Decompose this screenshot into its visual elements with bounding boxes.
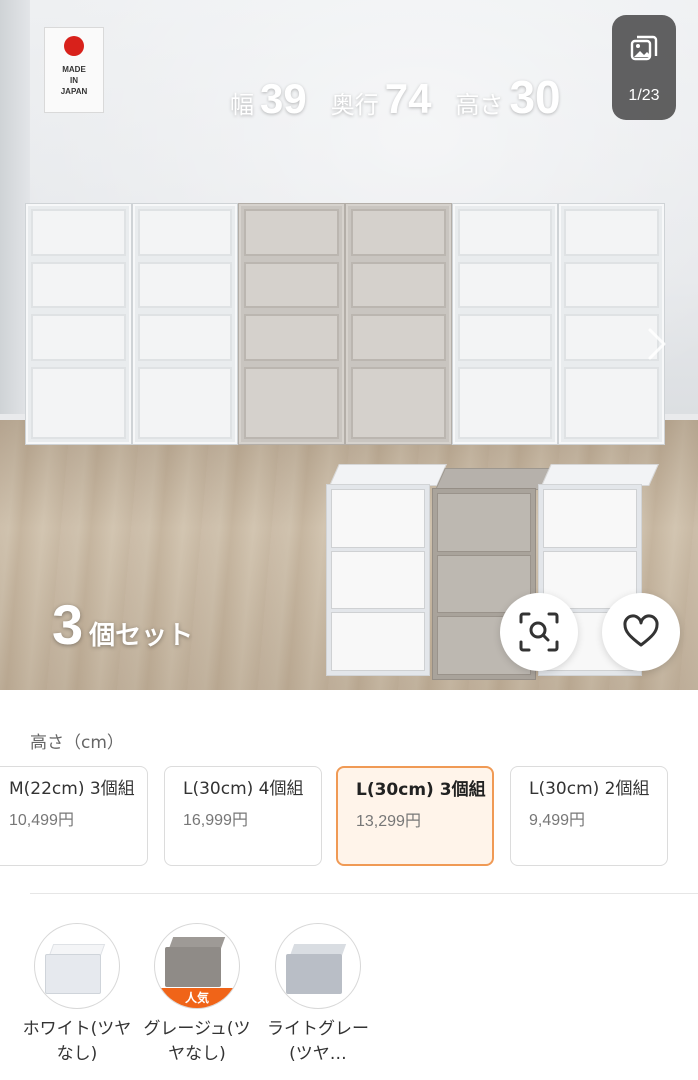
variant-price: 13,299円	[356, 813, 421, 830]
color-swatch	[34, 923, 120, 1009]
favorite-button[interactable]	[602, 593, 680, 671]
variant-option-l30-2set[interactable]: L(30cm) 2個組 9,499円	[510, 766, 668, 866]
drawer-unit-white	[132, 204, 238, 444]
color-option-light-grey[interactable]: ライトグレー(ツヤ…	[258, 920, 378, 1067]
variant-option-l30-4set[interactable]: L(30cm) 4個組 16,999円	[164, 766, 322, 866]
width-label: 幅	[230, 91, 254, 119]
variant-price: 16,999円	[183, 812, 248, 829]
image-counter: 1/23	[628, 87, 660, 104]
depth-value: 74	[384, 75, 432, 122]
color-option-greige[interactable]: 人気 グレージュ(ツヤなし)	[137, 920, 257, 1067]
image-gallery-icon	[630, 35, 658, 61]
gallery-button[interactable]: 1/23	[612, 15, 676, 120]
drawer-unit-greige	[346, 204, 451, 444]
product-main-image[interactable]: MADE IN JAPAN 幅 39 奥行 74 高さ 30 1/23 3 個セ…	[0, 0, 698, 690]
color-swatch: 人気	[154, 923, 240, 1009]
made-in-japan-text: MADE IN JAPAN	[60, 65, 88, 96]
color-option-white[interactable]: ホワイト(ツヤなし)	[17, 920, 137, 1067]
white-drawer-stack	[326, 464, 447, 676]
variant-name: L(30cm) 4個組	[183, 779, 304, 799]
drawer-unit-wall	[26, 204, 665, 444]
white-box-icon	[45, 944, 109, 994]
variant-option-l30-3set[interactable]: L(30cm) 3個組 13,299円	[336, 766, 494, 866]
light-grey-box-icon	[286, 944, 350, 994]
width-value: 39	[260, 75, 307, 122]
height-label: 高さ	[455, 91, 504, 119]
drawer-unit-white	[452, 204, 558, 444]
set-count-number: 3	[52, 593, 84, 656]
chevron-right-icon[interactable]	[644, 324, 670, 364]
visual-search-button[interactable]	[500, 593, 578, 671]
section-divider	[30, 893, 698, 894]
dimensions-overlay: 幅 39 奥行 74 高さ 30	[230, 70, 585, 123]
popular-badge: 人気	[155, 988, 239, 1008]
variant-price: 9,499円	[529, 812, 586, 829]
variant-name: L(30cm) 2個組	[529, 779, 650, 799]
depth-label: 奥行	[330, 91, 379, 119]
drawer-unit-greige	[239, 204, 345, 444]
heart-icon	[623, 614, 659, 647]
variant-name: M(22cm) 3個組	[9, 779, 135, 799]
color-label: ライトグレー(ツヤ…	[267, 1019, 369, 1064]
visual-search-icon	[519, 612, 559, 652]
made-in-japan-badge: MADE IN JAPAN	[44, 27, 104, 113]
set-count-label: 3 個セット	[52, 592, 193, 657]
color-label: グレージュ(ツヤなし)	[143, 1019, 251, 1064]
height-option-label: 高さ（cm）	[30, 733, 124, 753]
color-selector: ホワイト(ツヤなし) 人気 グレージュ(ツヤなし) ライトグレー(ツヤ…	[22, 920, 698, 1080]
variant-option-m22-3set[interactable]: M(22cm) 3個組 10,499円	[0, 766, 148, 866]
drawer-unit-white	[26, 204, 131, 444]
color-label: ホワイト(ツヤなし)	[22, 1019, 132, 1064]
variant-name: L(30cm) 3個組	[356, 780, 486, 800]
set-count-text: 個セット	[89, 621, 194, 651]
color-swatch	[275, 923, 361, 1009]
variant-selector: M(22cm) 3個組 10,499円 L(30cm) 4個組 16,999円 …	[0, 766, 698, 866]
variant-price: 10,499円	[9, 812, 74, 829]
greige-box-icon	[165, 937, 229, 987]
height-value: 30	[509, 71, 561, 123]
japan-flag-icon	[64, 36, 84, 56]
